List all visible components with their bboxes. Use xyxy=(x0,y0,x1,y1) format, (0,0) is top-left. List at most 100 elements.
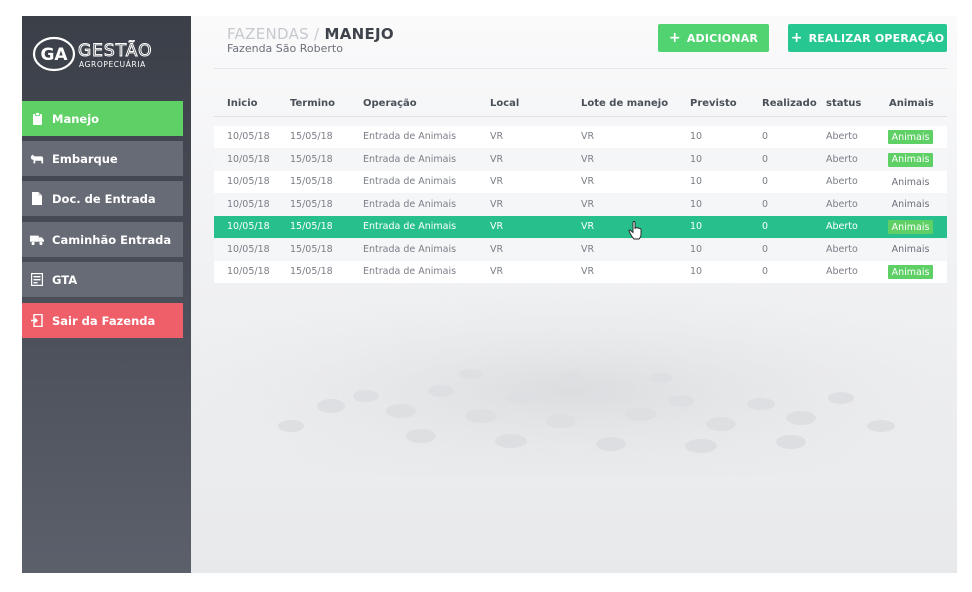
logo-name: GESTÃO xyxy=(78,39,152,61)
cell-lote: VR xyxy=(581,266,595,277)
breadcrumb-separator: / xyxy=(308,25,325,43)
animais-button[interactable]: Animais xyxy=(888,130,933,144)
table-row[interactable]: 10/05/18 15/05/18 Entrada de Animais VR VR 10… xyxy=(214,126,947,148)
column-header-realizado[interactable]: Realizado xyxy=(762,98,817,109)
cell-local: VR xyxy=(490,153,504,165)
table-row[interactable]: 10/05/18 15/05/18 Entrada de Animais VR VR 10… xyxy=(214,216,947,238)
sidebar-item-gta[interactable]: GTA xyxy=(22,262,183,297)
cell-operacao: Entrada de Animais xyxy=(363,221,457,232)
column-header-operacao[interactable]: Operação xyxy=(363,98,417,109)
sidebar-item-label: Sair da Fazenda xyxy=(52,313,156,328)
table-header: Inicio Termino Operação Local Lote de ma… xyxy=(214,96,947,117)
cell-realizado: 0 xyxy=(762,221,769,232)
cell-termino: 15/05/18 xyxy=(290,153,333,165)
header-divider xyxy=(214,68,947,69)
column-header-lote[interactable]: Lote de manejo xyxy=(581,98,668,109)
cell-inicio: 10/05/18 xyxy=(227,221,270,232)
cell-status: Aberto xyxy=(826,266,858,277)
cell-previsto: 10 xyxy=(690,266,703,277)
cell-termino: 15/05/18 xyxy=(290,176,333,187)
sidebar-item-doc-entrada[interactable]: Doc. de Entrada xyxy=(22,181,183,216)
breadcrumb-parent[interactable]: FAZENDAS xyxy=(227,25,309,43)
animais-button[interactable]: Animais xyxy=(888,152,933,167)
animais-button[interactable]: Animais xyxy=(888,175,933,189)
cell-realizado: 0 xyxy=(762,176,769,187)
breadcrumb: FAZENDAS / MANEJO xyxy=(227,25,394,43)
cell-operacao: Entrada de Animais xyxy=(363,131,457,142)
cell-lote: VR xyxy=(581,198,595,210)
cell-termino: 15/05/18 xyxy=(290,198,333,210)
sidebar-item-label: GTA xyxy=(52,272,78,287)
sidebar-item-sair-fazenda[interactable]: Sair da Fazenda xyxy=(22,303,183,338)
cell-status: Aberto xyxy=(826,198,858,210)
column-header-status[interactable]: status xyxy=(826,98,861,109)
cell-operacao: Entrada de Animais xyxy=(363,266,457,277)
logo: GA GESTÃO AGROPECUÁRIA xyxy=(32,34,182,74)
cell-operacao: Entrada de Animais xyxy=(363,153,457,165)
plus-icon: + xyxy=(790,30,803,46)
cell-previsto: 10 xyxy=(690,221,703,232)
background-herd-image xyxy=(191,286,957,476)
cell-realizado: 0 xyxy=(762,131,769,142)
realizar-operacao-label: REALIZAR OPERAÇÃO xyxy=(808,31,945,45)
realizar-operacao-button[interactable]: + REALIZAR OPERAÇÃO xyxy=(788,24,947,52)
add-button-label: ADICIONAR xyxy=(686,31,759,45)
cell-realizado: 0 xyxy=(762,198,769,210)
cell-local: VR xyxy=(490,243,504,255)
cell-local: VR xyxy=(490,266,504,277)
cell-previsto: 10 xyxy=(690,153,703,165)
cell-operacao: Entrada de Animais xyxy=(363,176,457,187)
animais-button[interactable]: Animais xyxy=(888,198,933,212)
page-title: MANEJO xyxy=(324,25,394,43)
page-subtitle: Fazenda São Roberto xyxy=(227,42,343,55)
cell-inicio: 10/05/18 xyxy=(227,176,270,187)
animais-button[interactable]: Animais xyxy=(888,243,933,257)
cell-local: VR xyxy=(490,221,504,232)
cell-local: VR xyxy=(490,198,504,210)
table-row[interactable]: 10/05/18 15/05/18 Entrada de Animais VR VR 10… xyxy=(214,171,947,193)
cell-lote: VR xyxy=(581,176,595,187)
sidebar-item-label: Doc. de Entrada xyxy=(52,191,156,206)
cell-status: Aberto xyxy=(826,243,858,255)
table-row[interactable]: 10/05/18 15/05/18 Entrada de Animais VR VR 10… xyxy=(214,193,947,216)
table-row[interactable]: 10/05/18 15/05/18 Entrada de Animais VR VR 10… xyxy=(214,238,947,261)
sidebar-item-embarque[interactable]: Embarque xyxy=(22,141,183,176)
cell-realizado: 0 xyxy=(762,153,769,165)
cell-status: Aberto xyxy=(826,176,858,187)
cell-lote: VR xyxy=(581,153,595,165)
cell-status: Aberto xyxy=(826,153,858,165)
sidebar-item-caminhao-entrada[interactable]: Caminhão Entrada xyxy=(22,222,183,257)
sidebar: GA GESTÃO AGROPECUÁRIA Manejo Embarque D… xyxy=(22,16,191,573)
column-header-previsto[interactable]: Previsto xyxy=(690,98,737,109)
cell-lote: VR xyxy=(581,131,595,142)
cell-local: VR xyxy=(490,176,504,187)
animais-button[interactable]: Animais xyxy=(888,265,933,279)
main-content: FAZENDAS / MANEJO Fazenda São Roberto + … xyxy=(191,16,957,573)
exit-icon xyxy=(30,314,44,328)
cell-lote: VR xyxy=(581,221,595,232)
document-icon xyxy=(30,192,44,206)
cell-termino: 15/05/18 xyxy=(290,243,333,255)
cell-previsto: 10 xyxy=(690,131,703,142)
cell-realizado: 0 xyxy=(762,266,769,277)
add-button[interactable]: + ADICIONAR xyxy=(658,24,769,52)
cell-inicio: 10/05/18 xyxy=(227,198,270,210)
app-window: GA GESTÃO AGROPECUÁRIA Manejo Embarque D… xyxy=(22,16,957,573)
animais-button[interactable]: Animais xyxy=(888,220,933,234)
cell-inicio: 10/05/18 xyxy=(227,243,270,255)
sidebar-item-label: Caminhão Entrada xyxy=(52,232,172,247)
sidebar-item-label: Embarque xyxy=(52,151,118,166)
cell-inicio: 10/05/18 xyxy=(227,131,270,142)
column-header-termino[interactable]: Termino xyxy=(290,98,335,109)
cell-inicio: 10/05/18 xyxy=(227,153,270,165)
column-header-local[interactable]: Local xyxy=(490,98,519,109)
table-row[interactable]: 10/05/18 15/05/18 Entrada de Animais VR VR 10… xyxy=(214,261,947,283)
column-header-inicio[interactable]: Inicio xyxy=(227,98,258,109)
cell-status: Aberto xyxy=(826,221,858,232)
table-row[interactable]: 10/05/18 15/05/18 Entrada de Animais VR VR 10… xyxy=(214,148,947,171)
clipboard-icon xyxy=(30,112,44,126)
sidebar-item-manejo[interactable]: Manejo xyxy=(22,101,183,136)
column-header-animais[interactable]: Animais xyxy=(889,98,934,109)
cell-realizado: 0 xyxy=(762,243,769,255)
cell-local: VR xyxy=(490,131,504,142)
